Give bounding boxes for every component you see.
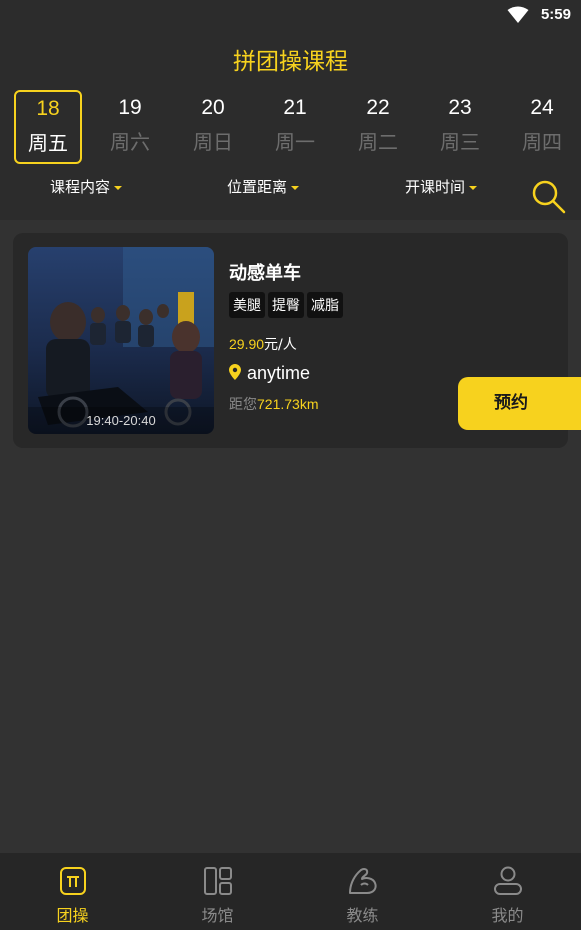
bottom-tab-bar: 团操 场馆 教练 我的 — [0, 853, 581, 930]
date-item-19[interactable]: 19 周六 — [96, 90, 164, 164]
filter-bar: 课程内容 位置距离 开课时间 — [0, 176, 581, 206]
date-weekday: 周二 — [358, 130, 398, 154]
date-selector: 18 周五 19 周六 20 周日 21 周一 22 周二 23 周三 24 周… — [14, 90, 581, 164]
price-amount: 29.90 — [229, 336, 265, 352]
date-number: 23 — [448, 96, 472, 119]
course-price: 29.90元/人 — [229, 334, 297, 354]
date-item-23[interactable]: 23 周三 — [426, 90, 494, 164]
caret-down-icon — [114, 185, 123, 190]
course-name: 动感单车 — [229, 263, 301, 284]
date-weekday: 周一 — [275, 130, 315, 154]
tab-label: 团操 — [56, 906, 89, 925]
course-tag: 美腿 — [229, 292, 265, 318]
filter-label: 位置距离 — [227, 178, 288, 196]
date-item-21[interactable]: 21 周一 — [261, 90, 329, 164]
course-image: 19:40-20:40 — [28, 247, 214, 434]
filter-course-content[interactable]: 课程内容 — [50, 176, 123, 197]
course-time: 19:40-20:40 — [86, 413, 156, 428]
date-number: 20 — [201, 96, 225, 119]
caret-down-icon — [469, 185, 478, 190]
date-number: 19 — [118, 96, 142, 119]
book-button[interactable]: 预约 — [458, 377, 581, 430]
tab-group-class[interactable]: 团操 — [0, 853, 145, 930]
status-bar: 5:59 — [0, 0, 581, 34]
coach-icon — [349, 868, 377, 894]
price-unit: 元/人 — [264, 337, 297, 353]
tab-coach[interactable]: 教练 — [290, 853, 435, 930]
profile-icon — [494, 866, 522, 895]
course-tag: 提臀 — [268, 292, 304, 318]
date-number: 24 — [530, 96, 554, 119]
tab-label: 我的 — [491, 906, 524, 925]
distance-prefix: 距您 — [229, 397, 257, 413]
date-number: 22 — [366, 96, 390, 119]
course-photo — [28, 247, 214, 434]
filter-start-time[interactable]: 开课时间 — [405, 176, 478, 197]
date-weekday: 周六 — [110, 130, 150, 154]
date-number: 21 — [283, 96, 307, 119]
filter-label: 开课时间 — [405, 178, 466, 196]
course-tag: 减脂 — [307, 292, 343, 318]
search-icon[interactable] — [530, 178, 566, 214]
course-tags: 美腿 提臀 减脂 — [229, 292, 346, 318]
date-weekday: 周日 — [193, 130, 233, 154]
course-location: anytime — [229, 363, 310, 384]
date-item-22[interactable]: 22 周二 — [344, 90, 412, 164]
tab-label: 场馆 — [201, 906, 234, 925]
date-number: 18 — [36, 97, 60, 120]
course-distance: 距您721.73km — [229, 394, 318, 414]
date-weekday: 周四 — [522, 130, 562, 154]
tab-venue[interactable]: 场馆 — [145, 853, 290, 930]
filter-label: 课程内容 — [50, 178, 111, 196]
filter-location-distance[interactable]: 位置距离 — [227, 176, 300, 197]
header: 5:59 拼团操课程 18 周五 19 周六 20 周日 21 周一 22 周二… — [0, 0, 581, 220]
date-item-18[interactable]: 18 周五 — [14, 90, 82, 164]
date-weekday: 周三 — [440, 130, 480, 154]
date-item-20[interactable]: 20 周日 — [179, 90, 247, 164]
course-card[interactable]: 19:40-20:40 动感单车 美腿 提臀 减脂 29.90元/人 anytime… — [13, 233, 581, 448]
wifi-icon — [507, 6, 529, 23]
page-title: 拼团操课程 — [233, 49, 348, 75]
date-item-24[interactable]: 24 周四 — [508, 90, 576, 164]
date-weekday: 周五 — [28, 131, 68, 155]
tab-profile[interactable]: 我的 — [435, 853, 580, 930]
group-class-icon — [60, 867, 86, 895]
distance-value: 721.73km — [257, 396, 319, 412]
location-name: anytime — [247, 363, 311, 383]
venue-icon — [204, 867, 232, 895]
status-time: 5:59 — [540, 6, 571, 23]
location-pin-icon — [229, 364, 241, 380]
caret-down-icon — [291, 185, 300, 190]
tab-label: 教练 — [346, 906, 379, 925]
